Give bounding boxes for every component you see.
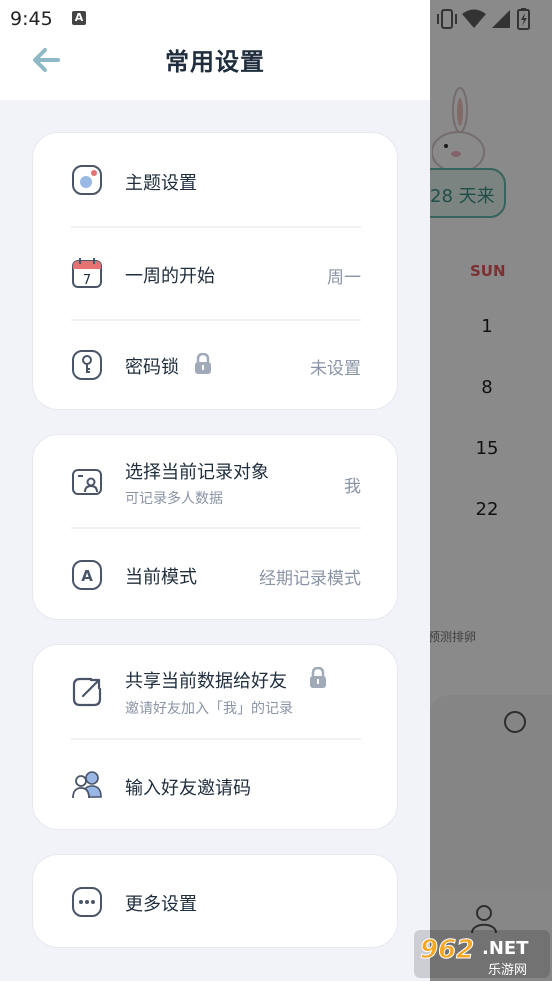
- settings-drawer: 常用设置 主题设置 7 一周的开始 周一 密码锁 未设置 选择当前记录对象 可记…: [0, 0, 430, 981]
- share-data-row[interactable]: 共享当前数据给好友 邀请好友加入「我」的记录: [33, 645, 399, 738]
- scrim-overlay[interactable]: [430, 0, 552, 981]
- invite-code-row[interactable]: 输入好友邀请码: [33, 740, 399, 831]
- lock-icon: [195, 353, 211, 374]
- signal-icon: [492, 10, 510, 28]
- week-start-row[interactable]: 7 一周的开始 周一: [33, 228, 399, 319]
- week-start-value: 周一: [327, 268, 361, 288]
- settings-card-more: 更多设置: [32, 854, 398, 948]
- theme-icon: [72, 165, 102, 195]
- share-icon: [72, 677, 102, 707]
- page-title: 常用设置: [165, 48, 265, 76]
- row-sublabel: 邀请好友加入「我」的记录: [125, 701, 293, 717]
- site-watermark-logo: 962 .NET 乐游网: [414, 930, 550, 978]
- svg-text:乐游网: 乐游网: [488, 963, 527, 978]
- row-label: 主题设置: [125, 173, 197, 194]
- friends-icon: [72, 771, 102, 799]
- current-mode-row[interactable]: A 当前模式 经期记录模式: [33, 529, 399, 621]
- status-time: 9:45: [10, 8, 53, 30]
- settings-card-records: 选择当前记录对象 可记录多人数据 我 A 当前模式 经期记录模式: [32, 434, 398, 620]
- password-lock-row[interactable]: 密码锁 未设置: [33, 321, 399, 411]
- system-status-icons: [437, 8, 530, 30]
- status-bar: 9:45 A: [0, 0, 552, 38]
- more-settings-row[interactable]: 更多设置: [33, 855, 399, 949]
- wifi-icon: [462, 9, 486, 28]
- row-label: 当前模式: [125, 567, 197, 588]
- row-label: 选择当前记录对象: [125, 462, 269, 483]
- lock-key-icon: [72, 350, 102, 380]
- battery-icon: [517, 8, 530, 30]
- record-subject-row[interactable]: 选择当前记录对象 可记录多人数据 我: [33, 435, 399, 528]
- svg-text:962: 962: [420, 935, 474, 965]
- row-label: 密码锁: [125, 357, 179, 378]
- record-subject-value: 我: [344, 477, 361, 497]
- row-label: 共享当前数据给好友: [125, 671, 287, 692]
- mode-letter: A: [81, 567, 93, 585]
- calendar-icon: 7: [72, 258, 102, 288]
- row-sublabel: 可记录多人数据: [125, 491, 223, 507]
- vibrate-icon: [437, 9, 457, 29]
- password-lock-value: 未设置: [310, 359, 361, 379]
- row-label: 更多设置: [125, 894, 197, 915]
- notification-a-icon: A: [72, 11, 86, 25]
- settings-card-general: 主题设置 7 一周的开始 周一 密码锁 未设置: [32, 132, 398, 410]
- more-icon: [72, 887, 102, 917]
- row-label: 输入好友邀请码: [125, 778, 251, 799]
- current-mode-value: 经期记录模式: [259, 569, 361, 589]
- calendar-day-number: 7: [83, 273, 91, 288]
- mode-a-icon: A: [72, 560, 102, 590]
- profile-card-icon: [72, 469, 102, 495]
- lock-icon: [310, 667, 326, 688]
- theme-settings-row[interactable]: 主题设置: [33, 133, 399, 226]
- svg-text:.NET: .NET: [482, 938, 529, 959]
- row-label: 一周的开始: [125, 266, 215, 287]
- settings-card-sharing: 共享当前数据给好友 邀请好友加入「我」的记录 输入好友邀请码: [32, 644, 398, 830]
